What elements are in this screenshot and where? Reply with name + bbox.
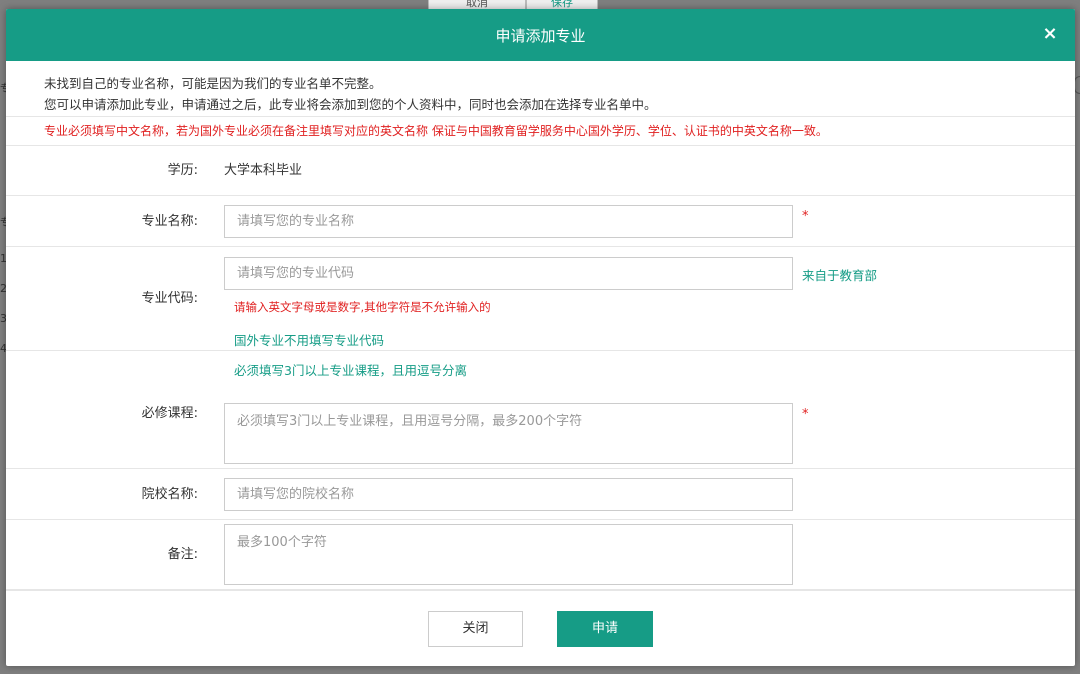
required-mark: * — [802, 209, 809, 224]
major-name-input[interactable] — [224, 205, 793, 238]
remarks-row: 备注: — [6, 520, 1075, 590]
warning-text: 专业必须填写中文名称，若为国外专业必须在备注里填写对应的英文名称 保证与中国教育… — [6, 117, 1075, 146]
close-button[interactable]: 关闭 — [428, 611, 523, 647]
major-name-label: 专业名称: — [141, 214, 198, 229]
add-major-dialog: 申请添加专业 × 未找到自己的专业名称，可能是因为我们的专业名单不完整。 您可以… — [6, 9, 1075, 666]
courses-textarea[interactable] — [224, 403, 793, 464]
major-code-foreign-hint: 国外专业不用填写专业代码 — [234, 333, 385, 348]
education-row: 学历: 大学本科毕业 — [6, 146, 1075, 196]
courses-label: 必修课程: — [141, 406, 198, 421]
intro-text: 未找到自己的专业名称，可能是因为我们的专业名单不完整。 您可以申请添加此专业，申… — [6, 61, 1075, 117]
courses-top-hint: 必须填写3门以上专业课程，且用逗号分离 — [234, 363, 467, 378]
remarks-label: 备注: — [167, 547, 198, 562]
major-code-source-note: 来自于教育部 — [802, 268, 878, 283]
education-label: 学历: — [167, 163, 198, 178]
required-mark: * — [802, 407, 809, 422]
close-icon[interactable]: × — [1039, 23, 1061, 45]
school-label: 院校名称: — [141, 487, 198, 502]
school-row: 院校名称: — [6, 469, 1075, 520]
major-name-row: 专业名称: * — [6, 196, 1075, 247]
school-input[interactable] — [224, 478, 793, 511]
dialog-footer: 关闭 申请 — [6, 590, 1075, 666]
intro-line: 您可以申请添加此专业，申请通过之后，此专业将会添加到您的个人资料中，同时也会添加… — [44, 97, 657, 112]
major-code-input[interactable] — [224, 257, 793, 290]
intro-line: 未找到自己的专业名称，可能是因为我们的专业名单不完整。 — [44, 76, 382, 91]
remarks-textarea[interactable] — [224, 524, 793, 585]
apply-button[interactable]: 申请 — [557, 611, 653, 647]
education-value: 大学本科毕业 — [224, 163, 303, 178]
major-code-row: 专业代码: 来自于教育部 请输入英文字母或是数字,其他字符是不允许输入的 国外专… — [6, 247, 1075, 351]
major-code-error-hint: 请输入英文字母或是数字,其他字符是不允许输入的 — [234, 300, 491, 314]
major-code-label: 专业代码: — [141, 291, 198, 306]
dialog-title: 申请添加专业 — [495, 26, 586, 45]
dialog-header: 申请添加专业 × — [6, 9, 1075, 61]
courses-row: 必修课程: 必须填写3门以上专业课程，且用逗号分离 * — [6, 351, 1075, 469]
